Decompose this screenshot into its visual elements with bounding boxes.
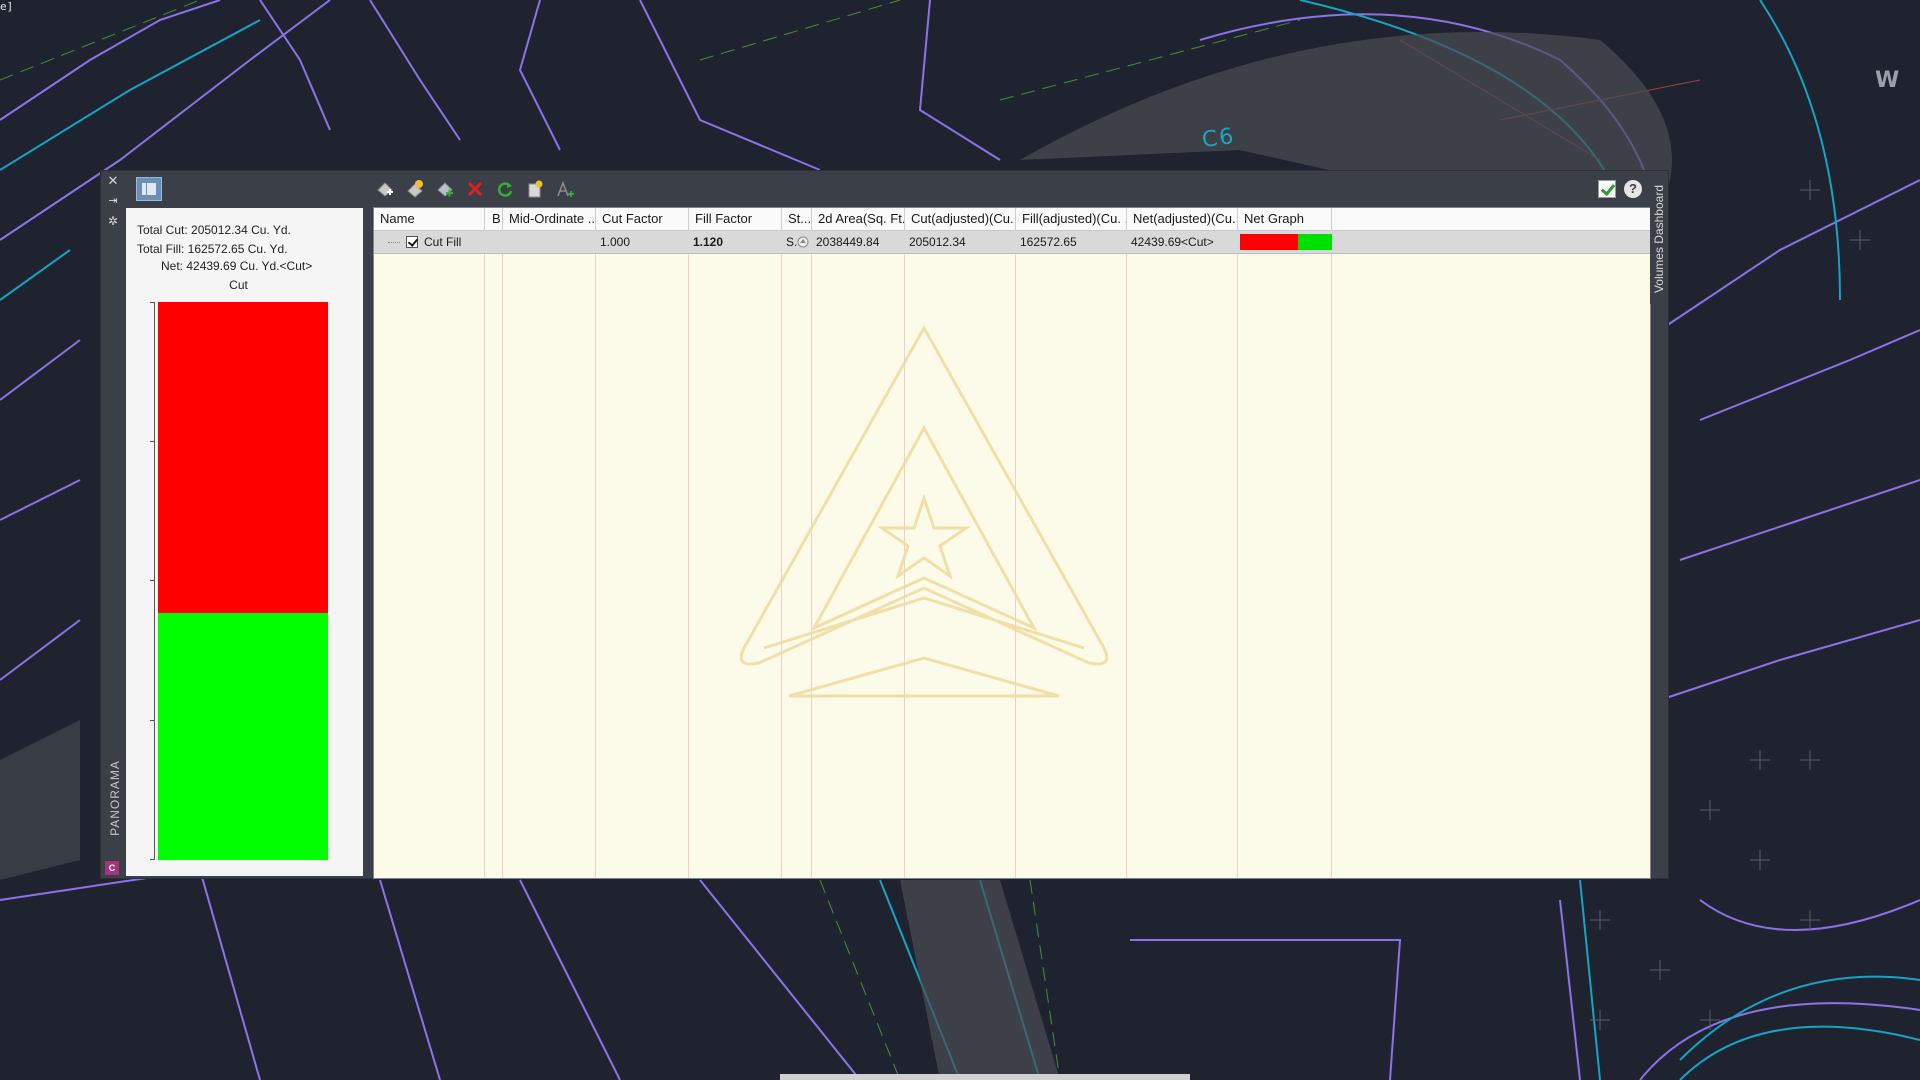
total-cut-text: Total Cut: 205012.34 Cu. Yd. xyxy=(137,223,291,237)
net-text: Net: 42439.69 Cu. Yd.<Cut> xyxy=(161,259,313,273)
delete-entry-icon[interactable] xyxy=(465,179,485,199)
graph-axis xyxy=(154,302,155,860)
panorama-title-strip: ✕ ⇥ ✲ PANORAMA C xyxy=(101,171,125,878)
col-cut-factor-header[interactable]: Cut Factor xyxy=(596,208,689,230)
total-fill-text: Total Fill: 162572.65 Cu. Yd. xyxy=(137,242,288,256)
row-cut-factor-cell[interactable]: 1.000 xyxy=(596,231,689,253)
viewcube-compass-w[interactable]: W xyxy=(1875,68,1899,93)
column-divider xyxy=(502,230,503,878)
corner-label: e] xyxy=(0,0,14,13)
toggle-graph-pane-button[interactable] xyxy=(136,177,162,201)
row-fill-adjusted-cell[interactable]: 162572.65 xyxy=(1016,231,1127,253)
status-icon xyxy=(797,236,809,248)
volumes-dashboard-tab[interactable]: Volumes Dashboard xyxy=(1650,178,1668,304)
new-volume-entry-icon[interactable] xyxy=(435,179,455,199)
row-name-cell: Cut Fill xyxy=(374,231,485,253)
settings-icon[interactable]: ✲ xyxy=(105,213,121,229)
axis-tick xyxy=(150,302,155,303)
panorama-window: ✕ ⇥ ✲ PANORAMA C Total Cut: 205012.34 Cu… xyxy=(100,170,1669,903)
pin-icon[interactable]: ⇥ xyxy=(105,193,121,209)
row-net-adjusted-cell[interactable]: 42439.69<Cut> xyxy=(1127,231,1238,253)
net-graph-fill-bar xyxy=(1298,234,1332,250)
table-row[interactable]: Cut Fill 1.000 1.120 S. 2038449.84 20501… xyxy=(374,231,1650,254)
col-net-graph-header[interactable]: Net Graph xyxy=(1238,208,1332,230)
row-status-cell[interactable]: S. xyxy=(782,231,812,253)
row-b-cell[interactable] xyxy=(485,231,503,253)
col-status-header[interactable]: St... xyxy=(782,208,812,230)
col-mid-ordinate-header[interactable]: Mid-Ordinate ... xyxy=(503,208,596,230)
table-header: Name B Mid-Ordinate ... Cut Factor Fill … xyxy=(374,208,1650,231)
tree-connector xyxy=(388,242,400,243)
net-graph-cut-bar xyxy=(1240,234,1298,250)
add-surface-icon[interactable] xyxy=(405,179,425,199)
col-b-header[interactable]: B xyxy=(485,208,503,230)
row-name-text[interactable]: Cut Fill xyxy=(424,231,461,253)
apply-check-icon[interactable] xyxy=(1598,180,1616,198)
help-icon[interactable]: ? xyxy=(1624,180,1642,198)
column-divider xyxy=(1015,230,1016,878)
column-divider xyxy=(688,230,689,878)
row-include-checkbox[interactable] xyxy=(406,236,418,248)
row-net-graph-cell xyxy=(1238,231,1332,253)
close-icon[interactable]: ✕ xyxy=(105,173,121,189)
axis-tick xyxy=(150,441,155,442)
row-fill-factor-cell[interactable]: 1.120 xyxy=(689,231,782,253)
report-icon[interactable] xyxy=(525,179,545,199)
col-name-header[interactable]: Name xyxy=(374,208,485,230)
column-divider xyxy=(1331,230,1332,878)
graph-fill-label: Fill xyxy=(230,889,247,903)
row-mid-ordinate-cell[interactable] xyxy=(503,231,596,253)
watermark-logo xyxy=(739,324,1109,698)
row-cut-adjusted-cell[interactable]: 205012.34 xyxy=(905,231,1016,253)
column-divider xyxy=(595,230,596,878)
cut-bar xyxy=(158,302,328,613)
col-net-adjusted-header[interactable]: Net(adjusted)(Cu. ... xyxy=(1127,208,1238,230)
volumes-dashboard-label: Volumes Dashboard xyxy=(1652,184,1666,294)
fill-bar xyxy=(158,613,328,860)
col-cut-adjusted-header[interactable]: Cut(adjusted)(Cu. ... xyxy=(905,208,1016,230)
graph-cut-label: Cut xyxy=(229,278,248,292)
column-divider xyxy=(1237,230,1238,878)
column-divider xyxy=(1126,230,1127,878)
axis-tick xyxy=(150,720,155,721)
refresh-icon[interactable] xyxy=(495,179,515,199)
panorama-badge[interactable]: C xyxy=(105,861,119,875)
volumes-table: Name B Mid-Ordinate ... Cut Factor Fill … xyxy=(373,207,1651,879)
create-volume-surface-icon[interactable] xyxy=(375,179,395,199)
axis-tick xyxy=(150,859,155,860)
axis-tick xyxy=(150,580,155,581)
row-status-text: S. xyxy=(786,235,798,249)
column-divider xyxy=(484,230,485,878)
col-fill-factor-header[interactable]: Fill Factor xyxy=(689,208,782,230)
map-label-c6: C6 xyxy=(1200,123,1237,154)
column-divider xyxy=(904,230,905,878)
graph-stats: Total Cut: 205012.34 Cu. Yd. Total Fill:… xyxy=(137,221,291,259)
col-fill-adjusted-header[interactable]: Fill(adjusted)(Cu. ... xyxy=(1016,208,1127,230)
panorama-title: PANORAMA xyxy=(108,760,122,836)
col-2d-area-header[interactable]: 2d Area(Sq. Ft.) xyxy=(812,208,905,230)
row-2d-area-cell[interactable]: 2038449.84 xyxy=(812,231,905,253)
column-divider xyxy=(781,230,782,878)
column-divider xyxy=(811,230,812,878)
text-add-icon[interactable] xyxy=(555,179,575,199)
volume-graph-pane: Total Cut: 205012.34 Cu. Yd. Total Fill:… xyxy=(126,208,363,903)
